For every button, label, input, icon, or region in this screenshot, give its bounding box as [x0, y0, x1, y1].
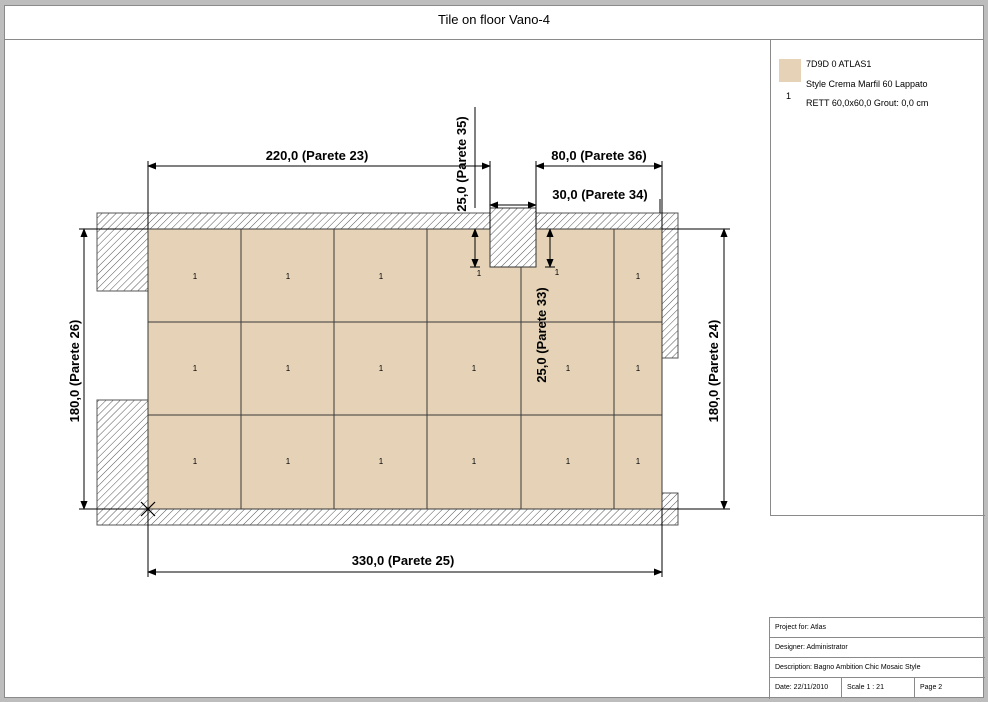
tile-label: 1	[555, 268, 560, 277]
dim-label-notch-width: 30,0 (Parete 34)	[552, 187, 647, 202]
legend-code: 7D9D 0 ATLAS1	[806, 59, 872, 69]
page-field: Page 2	[920, 684, 943, 691]
material-legend: 1 7D9D 0 ATLAS1 Style Crema Marfil 60 La…	[770, 39, 985, 516]
dim-label-top-right: 80,0 (Parete 36)	[551, 148, 646, 163]
legend-name: Style Crema Marfil 60 Lappato	[806, 79, 928, 89]
tile-label: 1	[286, 272, 291, 281]
wall-top	[96, 212, 679, 230]
tile-label: 1	[193, 364, 198, 373]
wall-bottom	[96, 508, 679, 526]
dim-label-bottom: 330,0 (Parete 25)	[352, 553, 455, 568]
drawing-sheet: Tile on floor Vano-4 1 1 1 1 1 1 1 1 1 1…	[4, 5, 985, 699]
tile-label: 1	[379, 364, 384, 373]
legend-number: 1	[786, 91, 792, 101]
dim-label-right: 180,0 (Parete 24)	[706, 320, 721, 423]
tile-swatch	[779, 59, 801, 82]
title-block: Project for: Atlas Designer: Administrat…	[769, 617, 985, 699]
tile-label: 1	[636, 457, 641, 466]
tile-label: 1	[477, 269, 482, 278]
floor-notch	[489, 207, 537, 268]
scale-field: Scale 1 : 21	[842, 678, 915, 698]
tile-label: 1	[193, 457, 198, 466]
tile-label: 1	[379, 457, 384, 466]
designer-field: Designer: Administrator	[770, 638, 985, 658]
floor-area	[147, 228, 663, 510]
dim-label-left: 180,0 (Parete 26)	[67, 320, 82, 423]
tile-label: 1	[566, 364, 571, 373]
wall-right-top	[661, 228, 679, 359]
project-field: Project for: Atlas	[770, 618, 985, 638]
tile-label: 1	[636, 272, 641, 281]
description-field: Description: Bagno Ambition Chic Mosaic …	[770, 658, 985, 678]
tile-label: 1	[286, 364, 291, 373]
tile-label: 1	[472, 364, 477, 373]
dim-label-top-left: 220,0 (Parete 23)	[266, 148, 369, 163]
tile-label: 1	[286, 457, 291, 466]
tile-floor	[147, 207, 663, 510]
tile-label: 1	[193, 272, 198, 281]
tile-label: 1	[472, 457, 477, 466]
tile-label: 1	[379, 272, 384, 281]
date-scale-page-row: Date: 22/11/2010 Scale 1 : 21 Page 2	[770, 678, 985, 698]
dim-label-notch-left: 25,0 (Parete 35)	[454, 116, 469, 211]
wall-left-top	[96, 228, 149, 292]
dim-label-notch-right: 25,0 (Parete 33)	[534, 287, 549, 382]
wall-left-bottom	[96, 399, 149, 510]
date-field: Date: 22/11/2010	[770, 678, 842, 698]
legend-spec: RETT 60,0x60,0 Grout: 0,0 cm	[806, 98, 929, 108]
wall-right-bottom	[661, 492, 679, 510]
tile-label: 1	[636, 364, 641, 373]
tile-label: 1	[566, 457, 571, 466]
